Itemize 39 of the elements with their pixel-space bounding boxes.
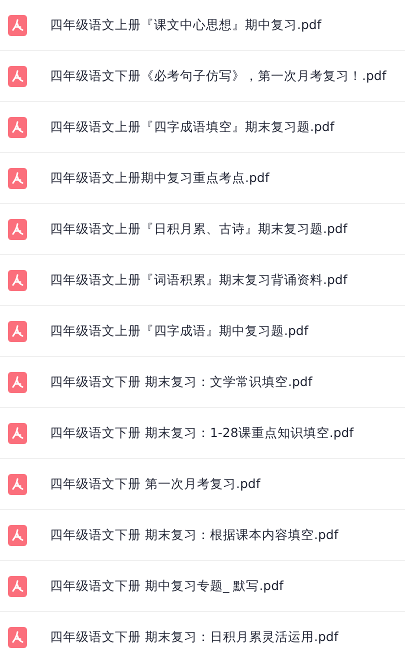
file-row[interactable]: 四年级语文下册《必考句子仿写》，第一次月考复习！.pdf bbox=[0, 51, 405, 102]
file-row[interactable]: 四年级语文下册 期末复习：文学常识填空.pdf bbox=[0, 357, 405, 408]
pdf-file-icon bbox=[8, 14, 27, 36]
file-name: 四年级语文下册 期中复习专题_ 默写.pdf bbox=[50, 576, 284, 595]
file-name: 四年级语文上册『日积月累、古诗』期末复习题.pdf bbox=[50, 220, 348, 238]
file-name: 四年级语文上册『四字成语填空』期末复习题.pdf bbox=[50, 118, 334, 136]
file-name: 四年级语文上册『四字成语』期中复习题.pdf bbox=[50, 322, 308, 340]
file-name: 四年级语文下册 期末复习：文学常识填空.pdf bbox=[50, 372, 312, 391]
file-name: 四年级语文下册《必考句子仿写》，第一次月考复习！.pdf bbox=[50, 66, 386, 85]
pdf-file-icon bbox=[8, 320, 27, 342]
pdf-file-icon bbox=[8, 168, 27, 188]
pdf-file-icon bbox=[8, 524, 27, 546]
file-name: 四年级语文上册『课文中心思想』期中复习.pdf bbox=[50, 16, 322, 34]
pdf-file-icon bbox=[8, 576, 27, 596]
pdf-file-icon bbox=[8, 422, 27, 444]
pdf-file-icon bbox=[8, 116, 27, 138]
pdf-file-icon bbox=[8, 626, 27, 648]
file-row[interactable]: 四年级语文下册 第一次月考复习.pdf bbox=[0, 459, 405, 510]
pdf-file-icon bbox=[8, 372, 27, 392]
file-row[interactable]: 四年级语文下册 期末复习：1-28课重点知识填空.pdf bbox=[0, 408, 405, 459]
file-name: 四年级语文下册 期末复习：日积月累灵活运用.pdf bbox=[50, 628, 338, 646]
file-row[interactable]: 四年级语文下册 期中复习专题_ 默写.pdf bbox=[0, 561, 405, 612]
file-row[interactable]: 四年级语文上册『四字成语』期中复习题.pdf bbox=[0, 306, 405, 357]
file-row[interactable]: 四年级语文上册『日积月累、古诗』期末复习题.pdf bbox=[0, 204, 405, 255]
pdf-file-icon bbox=[8, 474, 27, 494]
file-row[interactable]: 四年级语文下册 期末复习：日积月累灵活运用.pdf bbox=[0, 612, 405, 660]
pdf-file-icon bbox=[8, 218, 27, 240]
file-name: 四年级语文下册 第一次月考复习.pdf bbox=[50, 474, 260, 493]
file-row[interactable]: 四年级语文上册『四字成语填空』期末复习题.pdf bbox=[0, 102, 405, 153]
pdf-file-icon bbox=[8, 270, 27, 290]
file-row[interactable]: 四年级语文上册『词语积累』期末复习背诵资料.pdf bbox=[0, 255, 405, 306]
pdf-file-icon bbox=[8, 66, 27, 86]
file-row[interactable]: 四年级语文上册期中复习重点考点.pdf bbox=[0, 153, 405, 204]
file-name: 四年级语文下册 期末复习：根据课本内容填空.pdf bbox=[50, 526, 338, 544]
file-name: 四年级语文上册期中复习重点考点.pdf bbox=[50, 168, 270, 187]
file-name: 四年级语文下册 期末复习：1-28课重点知识填空.pdf bbox=[50, 424, 354, 442]
file-name: 四年级语文上册『词语积累』期末复习背诵资料.pdf bbox=[50, 270, 348, 289]
file-row[interactable]: 四年级语文下册 期末复习：根据课本内容填空.pdf bbox=[0, 510, 405, 561]
file-row[interactable]: 四年级语文上册『课文中心思想』期中复习.pdf bbox=[0, 0, 405, 51]
